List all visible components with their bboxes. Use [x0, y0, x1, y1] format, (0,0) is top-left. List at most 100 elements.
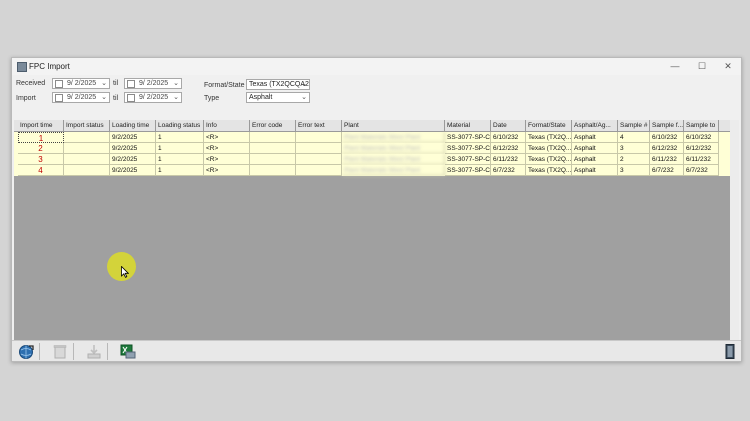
exit-door-icon[interactable] — [721, 343, 739, 360]
cell-loading-time[interactable]: 9/2/2025 — [110, 165, 156, 176]
cell-import-status[interactable] — [64, 143, 110, 154]
close-button[interactable]: ✕ — [720, 59, 736, 73]
col-error-text[interactable]: Error text — [296, 120, 342, 131]
cell-material[interactable]: SS-3077-SP-C — [445, 154, 491, 165]
cell-info[interactable]: <R> — [204, 143, 250, 154]
format-state-select[interactable]: Texas (TX2QCQA2 ⌄ — [246, 79, 310, 90]
excel-export-icon[interactable] — [119, 343, 137, 360]
col-sample-from[interactable]: Sample f... — [650, 120, 684, 131]
col-date[interactable]: Date — [491, 120, 526, 131]
received-from-checkbox[interactable] — [55, 80, 63, 88]
cell-loading-time[interactable]: 9/2/2025 — [110, 154, 156, 165]
cell-error-code[interactable] — [250, 154, 296, 165]
cell-error-code[interactable] — [250, 165, 296, 176]
cell-loading-status[interactable]: 1 — [156, 154, 204, 165]
import-from-checkbox[interactable] — [55, 94, 63, 102]
chevron-down-icon[interactable]: ⌄ — [301, 80, 307, 88]
cell-info[interactable]: <R> — [204, 132, 250, 143]
cell-import-status[interactable] — [64, 165, 110, 176]
import-icon[interactable] — [85, 343, 103, 360]
minimize-button[interactable]: — — [667, 59, 683, 73]
col-loading-time[interactable]: Loading time — [110, 120, 156, 131]
cell-import-status[interactable] — [64, 154, 110, 165]
cell-loading-time[interactable]: 9/2/2025 — [110, 132, 156, 143]
cell-error-text[interactable] — [296, 165, 342, 176]
table-row[interactable]: 1 9/2/2025 1 <R> Plant Materials West Pl… — [14, 132, 730, 143]
refresh-globe-icon[interactable] — [17, 343, 35, 360]
col-import-status[interactable]: Import status — [64, 120, 110, 131]
table-row[interactable]: 2 9/2/2025 1 <R> Plant Materials West Pl… — [14, 143, 730, 154]
col-import-time[interactable]: Import time — [18, 120, 64, 131]
cell-info[interactable]: <R> — [204, 154, 250, 165]
cell-plant[interactable]: Plant Materials West Plant — [342, 154, 445, 165]
cell-error-text[interactable] — [296, 154, 342, 165]
cell-sample-from[interactable]: 6/12/232 — [650, 143, 684, 154]
table-row[interactable]: 4 9/2/2025 1 <R> Plant Materials West Pl… — [14, 165, 730, 176]
cell-error-code[interactable] — [250, 132, 296, 143]
cell-sample-to[interactable]: 6/12/232 — [684, 143, 719, 154]
chevron-down-icon[interactable]: ⌄ — [101, 79, 107, 87]
import-to-checkbox[interactable] — [127, 94, 135, 102]
cell-sample-to[interactable]: 6/7/232 — [684, 165, 719, 176]
delete-icon[interactable] — [51, 343, 69, 360]
cell-date[interactable]: 6/7/232 — [491, 165, 526, 176]
cell-loading-status[interactable]: 1 — [156, 165, 204, 176]
vertical-scrollbar[interactable] — [730, 120, 739, 340]
cell-import-status[interactable] — [64, 132, 110, 143]
type-select[interactable]: Asphalt ⌄ — [246, 92, 310, 103]
cell-sample-to[interactable]: 6/11/232 — [684, 154, 719, 165]
col-plant[interactable]: Plant — [342, 120, 445, 131]
maximize-button[interactable]: ☐ — [694, 59, 710, 73]
cell-asphalt[interactable]: Asphalt — [572, 154, 618, 165]
cell-sample-to[interactable]: 6/10/232 — [684, 132, 719, 143]
cell-format-state[interactable]: Texas (TX2Q... — [526, 165, 572, 176]
received-from-date[interactable]: 9/ 2/2025 ⌄ — [52, 78, 110, 89]
table-row[interactable]: 3 9/2/2025 1 <R> Plant Materials West Pl… — [14, 154, 730, 165]
cell-sample-from[interactable]: 6/7/232 — [650, 165, 684, 176]
col-sample-num[interactable]: Sample # — [618, 120, 650, 131]
cell-plant[interactable]: Plant Materials West Plant — [342, 132, 445, 143]
cell-sample-num[interactable]: 2 — [618, 154, 650, 165]
cell-date[interactable]: 6/12/232 — [491, 143, 526, 154]
col-loading-status[interactable]: Loading status — [156, 120, 204, 131]
chevron-down-icon[interactable]: ⌄ — [173, 79, 179, 87]
cell-sample-from[interactable]: 6/11/232 — [650, 154, 684, 165]
col-info[interactable]: Info — [204, 120, 250, 131]
cell-error-code[interactable] — [250, 143, 296, 154]
cell-format-state[interactable]: Texas (TX2Q... — [526, 154, 572, 165]
col-material[interactable]: Material — [445, 120, 491, 131]
cell-date[interactable]: 6/11/232 — [491, 154, 526, 165]
cell-sample-num[interactable]: 3 — [618, 165, 650, 176]
col-format-state[interactable]: Format/State — [526, 120, 572, 131]
cell-asphalt[interactable]: Asphalt — [572, 143, 618, 154]
cell-loading-status[interactable]: 1 — [156, 132, 204, 143]
cell-info[interactable]: <R> — [204, 165, 250, 176]
cell-format-state[interactable]: Texas (TX2Q... — [526, 132, 572, 143]
chevron-down-icon[interactable]: ⌄ — [101, 93, 107, 101]
cell-material[interactable]: SS-3077-SP-C — [445, 143, 491, 154]
chevron-down-icon[interactable]: ⌄ — [173, 93, 179, 101]
col-error-code[interactable]: Error code — [250, 120, 296, 131]
cell-loading-status[interactable]: 1 — [156, 143, 204, 154]
import-grid[interactable]: Import time Import status Loading time L… — [14, 120, 739, 340]
cell-sample-num[interactable]: 3 — [618, 143, 650, 154]
cell-sample-num[interactable]: 4 — [618, 132, 650, 143]
cell-date[interactable]: 6/10/232 — [491, 132, 526, 143]
cell-plant[interactable]: Plant Materials West Plant — [342, 143, 445, 154]
cell-asphalt[interactable]: Asphalt — [572, 132, 618, 143]
received-to-checkbox[interactable] — [127, 80, 135, 88]
received-to-date[interactable]: 9/ 2/2025 ⌄ — [124, 78, 182, 89]
cell-format-state[interactable]: Texas (TX2Q... — [526, 143, 572, 154]
import-from-date[interactable]: 9/ 2/2025 ⌄ — [52, 92, 110, 103]
col-sample-to[interactable]: Sample to — [684, 120, 719, 131]
import-to-date[interactable]: 9/ 2/2025 ⌄ — [124, 92, 182, 103]
cell-error-text[interactable] — [296, 143, 342, 154]
col-asphalt[interactable]: Asphalt/Ag... — [572, 120, 618, 131]
cell-material[interactable]: SS-3077-SP-C — [445, 165, 491, 176]
cell-loading-time[interactable]: 9/2/2025 — [110, 143, 156, 154]
cell-sample-from[interactable]: 6/10/232 — [650, 132, 684, 143]
cell-material[interactable]: SS-3077-SP-C — [445, 132, 491, 143]
cell-asphalt[interactable]: Asphalt — [572, 165, 618, 176]
cell-plant[interactable]: Plant Materials West Plant — [342, 165, 445, 176]
cell-error-text[interactable] — [296, 132, 342, 143]
